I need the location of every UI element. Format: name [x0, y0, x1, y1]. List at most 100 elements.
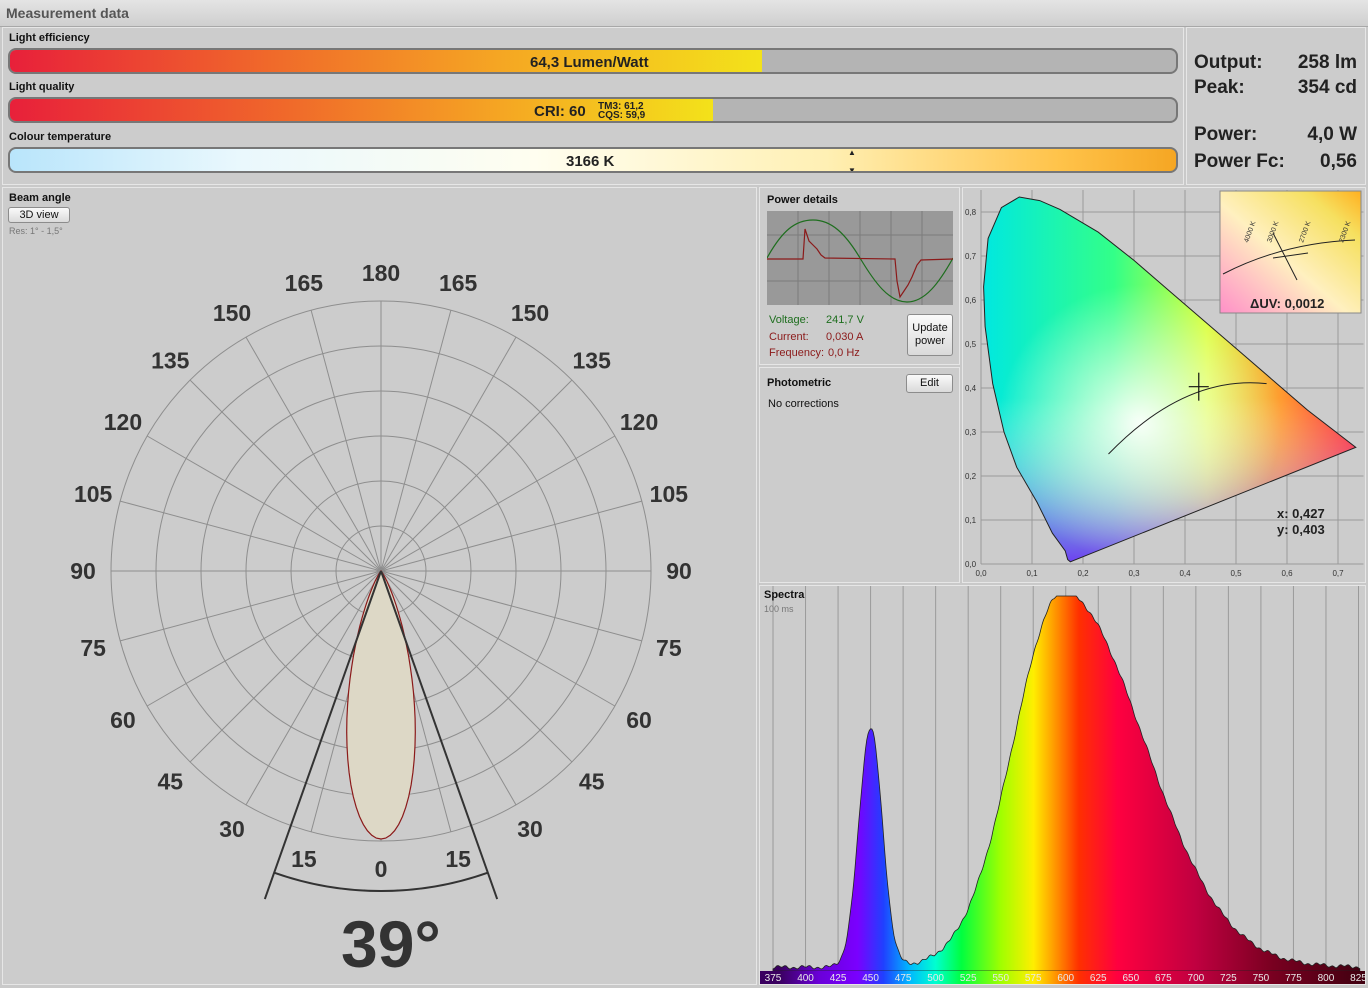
wavelength-tick: 450: [862, 973, 879, 984]
polar-spoke: [380, 336, 517, 572]
peak-label: Peak:: [1194, 77, 1245, 98]
colour-temp-bar: 3166 K ▲ ▼: [8, 147, 1178, 173]
cie-x-tick: 0,5: [1230, 569, 1242, 578]
polar-angle-label: 75: [656, 635, 682, 661]
output-value: 258 lm: [1297, 52, 1357, 73]
efficiency-value: 64,3 Lumen/Watt: [530, 54, 649, 71]
cie-x-tick: 0,4: [1179, 569, 1191, 578]
polar-spoke: [310, 310, 382, 572]
exposure-text: 100 ms: [764, 604, 794, 614]
wavelength-tick: 375: [765, 973, 782, 984]
wavelength-tick: 475: [895, 973, 912, 984]
spectrum-curve: [772, 595, 1361, 972]
edit-button[interactable]: Edit: [906, 374, 953, 393]
cqs-value: CQS: 59,9: [598, 110, 646, 121]
polar-angle-label: 180: [362, 260, 400, 286]
polar-angle-label: 165: [285, 270, 324, 296]
polar-angle-label: 120: [620, 409, 658, 435]
beam-panel: Beam angle 3D view Res: 1° - 1,5° 15 30 45…: [2, 187, 757, 985]
polar-angle-label: 45: [157, 769, 183, 795]
polar-angle-label: 75: [80, 635, 106, 661]
cie-x-value: x: 0,427: [1277, 506, 1325, 521]
current-label: Current:: [769, 331, 809, 343]
power-fc-value: 0,56: [1320, 151, 1357, 172]
colour-temp-value: 3166 K: [566, 153, 615, 170]
polar-angle-label: 105: [74, 481, 113, 507]
polar-angle-label: 165: [439, 270, 478, 296]
update-power-button[interactable]: Update power: [907, 314, 953, 356]
efficiency-bar: 64,3 Lumen/Watt: [8, 48, 1178, 74]
efficiency-fill: [10, 50, 763, 72]
polar-angle-label: 105: [650, 481, 689, 507]
polar-angle-label: 90: [70, 558, 96, 584]
duv-inset: [1219, 190, 1362, 314]
cri-value: CRI: 60: [534, 103, 586, 120]
wavelength-tick: 775: [1285, 973, 1302, 984]
polar-angle-label: 15: [291, 846, 317, 872]
polar-spoke: [380, 570, 642, 642]
polar-diagram: 1530456075901051201351501651801651501351…: [70, 260, 692, 900]
frequency-value: 0,0 Hz: [828, 347, 860, 359]
wavelength-tick: 575: [1025, 973, 1042, 984]
polar-spoke: [380, 379, 573, 572]
current-value: 0,030 A: [826, 331, 864, 343]
cie-y-tick: 0,7: [965, 252, 977, 261]
polar-spoke: [146, 435, 382, 572]
polar-spoke: [146, 570, 382, 707]
beam-lobe: [346, 570, 416, 840]
cie-y-tick: 0,4: [965, 384, 977, 393]
metrics-panel: Light efficiency 64,3 Lumen/Watt Light q…: [2, 27, 1184, 185]
window-title: Measurement data: [6, 5, 129, 21]
waveform-plot: [767, 211, 953, 305]
wavelength-tick: 725: [1220, 973, 1237, 984]
polar-spoke: [380, 310, 452, 572]
cie-x-tick: 0,7: [1332, 569, 1344, 578]
polar-angle-label: 150: [213, 300, 251, 326]
polar-spoke: [380, 500, 642, 572]
polar-angle-label: 60: [110, 707, 136, 733]
cie-y-tick: 0,6: [965, 296, 977, 305]
cie-y-tick: 0,0: [965, 560, 977, 569]
cie-x-tick: 0,2: [1077, 569, 1089, 578]
frequency-label: Frequency:: [769, 347, 825, 359]
wavelength-tick: 550: [992, 973, 1009, 984]
cie-y-tick: 0,5: [965, 340, 977, 349]
photometric-status: No corrections: [768, 398, 839, 410]
quality-label: Light quality: [9, 81, 75, 93]
polar-angle-label: 120: [104, 409, 142, 435]
cie-y-tick: 0,1: [965, 516, 977, 525]
wavelength-tick: 500: [927, 973, 944, 984]
wavelength-tick: 650: [1122, 973, 1139, 984]
polar-spoke: [380, 435, 616, 572]
colour-temp-label: Colour temperature: [9, 131, 112, 143]
polar-spoke: [120, 500, 382, 572]
cie-x-tick: 0,0: [975, 569, 987, 578]
cct-marker-icon[interactable]: ▲ ▼: [848, 149, 856, 171]
wavelength-tick: 525: [960, 973, 977, 984]
photometric-label: Photometric: [767, 377, 832, 389]
polar-angle-label: 135: [151, 347, 190, 373]
polar-angle-label: 60: [626, 707, 652, 733]
title-bar: Measurement data: [0, 0, 1368, 27]
wavelength-tick: 400: [797, 973, 814, 984]
polar-spoke: [245, 336, 382, 572]
voltage-value: 241,7 V: [826, 314, 864, 326]
cie-x-tick: 0,3: [1128, 569, 1140, 578]
power-fc-label: Power Fc:: [1194, 151, 1285, 172]
cie-y-tick: 0,8: [965, 208, 977, 217]
power-details-label: Power details: [767, 194, 838, 206]
polar-angle-label: 45: [579, 769, 605, 795]
power-label: Power:: [1194, 124, 1258, 145]
photometric-panel: Photometric Edit No corrections: [759, 367, 960, 583]
spectra-panel: 375 400 425 450 475 500 525 550 575 600 625 650 675 7…: [759, 585, 1366, 985]
cie-y-tick: 0,2: [965, 472, 977, 481]
peak-value: 354 cd: [1297, 77, 1357, 98]
beam-angle-value: 39°: [341, 907, 441, 981]
polar-spoke: [189, 379, 382, 572]
wavelength-tick: 800: [1318, 973, 1335, 984]
spectra-label: Spectra: [764, 589, 805, 601]
wavelength-tick: 825: [1350, 973, 1365, 984]
polar-angle-label: 15: [445, 846, 471, 872]
wavelength-tick: 625: [1090, 973, 1107, 984]
wavelength-tick: 425: [830, 973, 847, 984]
